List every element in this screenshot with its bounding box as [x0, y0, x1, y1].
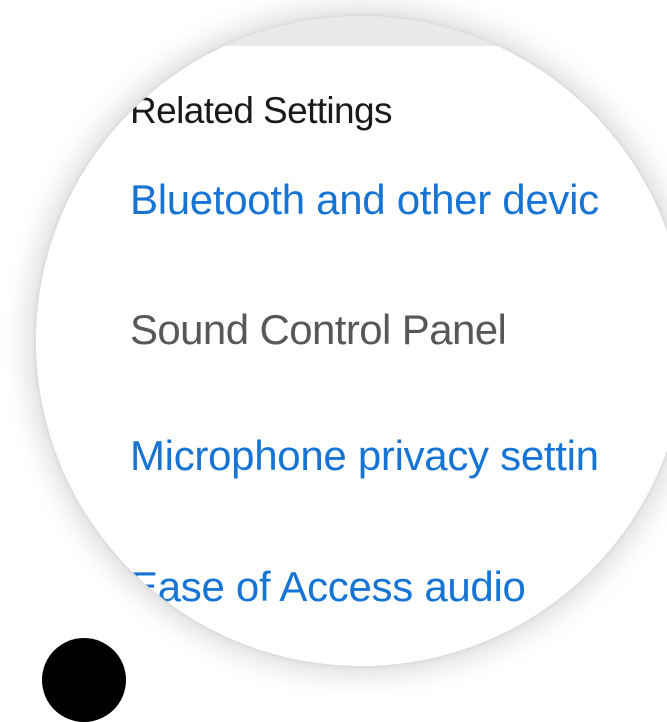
ease-of-access-audio-link[interactable]: Ease of Access audio	[130, 563, 526, 611]
zoomed-settings-view: Related Settings Bluetooth and other dev…	[36, 16, 667, 666]
sound-control-panel-link[interactable]: Sound Control Panel	[130, 306, 507, 354]
magnifier-lens: Related Settings Bluetooth and other dev…	[36, 16, 667, 666]
cursor-indicator	[42, 638, 126, 722]
related-settings-heading: Related Settings	[130, 90, 393, 131]
top-bar	[36, 16, 667, 46]
bluetooth-devices-link[interactable]: Bluetooth and other devic	[130, 176, 599, 224]
microphone-privacy-link[interactable]: Microphone privacy settin	[130, 432, 599, 480]
